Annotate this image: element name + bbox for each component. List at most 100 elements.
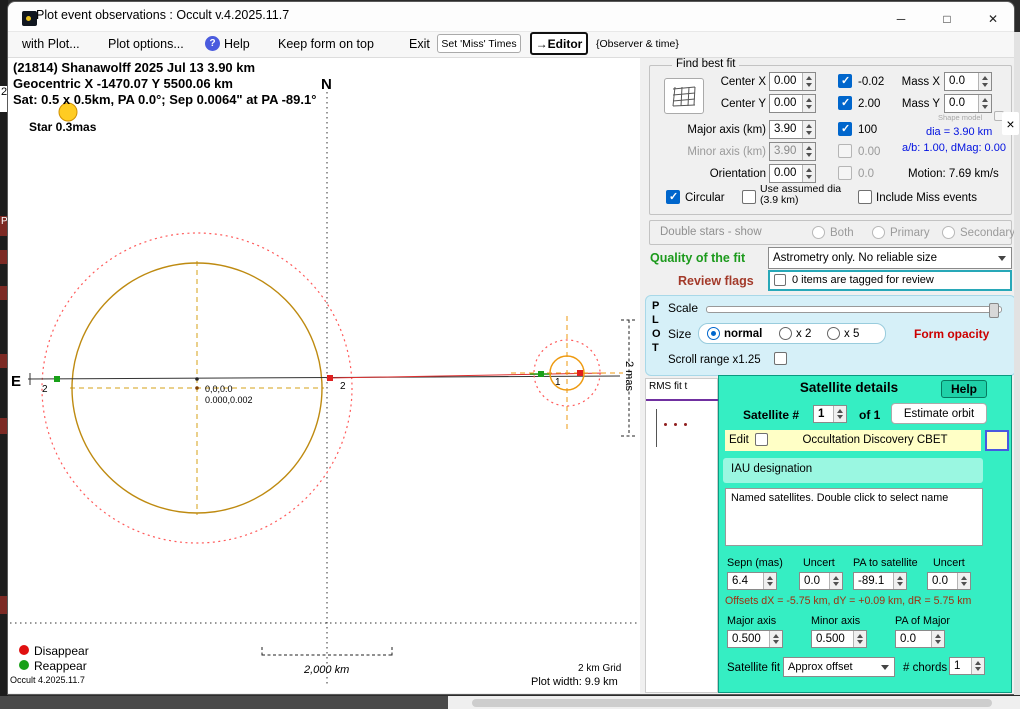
major-axis-checkbox[interactable] — [838, 122, 852, 136]
satellite-number-input[interactable]: 1 — [813, 405, 847, 423]
legend-disappear-dot — [19, 645, 29, 655]
major-axis-input[interactable]: 3.90 — [769, 120, 816, 139]
include-miss-checkbox[interactable] — [858, 190, 872, 204]
size-x5-radio[interactable] — [827, 327, 840, 340]
spinner[interactable] — [769, 631, 782, 647]
satellite-of-label: of 1 — [859, 409, 880, 422]
size-options-box: normal x 2 x 5 — [698, 323, 886, 344]
estimate-orbit-button[interactable]: Estimate orbit — [891, 403, 987, 424]
scale-slider[interactable] — [706, 306, 1002, 313]
close-icon: ✕ — [988, 12, 998, 26]
form-opacity-label[interactable]: Form opacity — [914, 328, 989, 341]
use-assumed-checkbox[interactable] — [742, 190, 756, 204]
spinner[interactable] — [802, 143, 815, 160]
fit-button[interactable] — [664, 78, 704, 114]
menu-help[interactable]: Help — [224, 38, 250, 52]
origin-label-2: 0.000,0.002 — [205, 395, 253, 405]
spinner[interactable] — [978, 95, 991, 112]
spinner[interactable] — [829, 573, 842, 589]
observer-time-label: {Observer & time} — [596, 39, 679, 51]
offsets-label: Offsets dX = -5.75 km, dY = +0.09 km, dR… — [725, 596, 971, 608]
cbet-box[interactable] — [985, 430, 1009, 451]
minimize-button[interactable]: ─ — [878, 4, 924, 33]
mass-x-input[interactable]: 0.0 — [944, 72, 992, 91]
size-normal-radio[interactable] — [707, 327, 720, 340]
spinner[interactable] — [802, 121, 815, 138]
major-axis-value: 3.90 — [770, 121, 802, 138]
editor-button[interactable]: →Editor — [530, 32, 588, 55]
mass-y-input[interactable]: 0.0 — [944, 94, 992, 113]
sat-major-label: Major axis — [727, 616, 776, 628]
review-flags-label: Review flags — [678, 275, 754, 289]
edit-checkbox[interactable] — [755, 433, 768, 446]
orientation-input[interactable]: 0.00 — [769, 164, 816, 183]
plot-letter: P — [652, 300, 659, 312]
minor-axis-input[interactable]: 3.90 — [769, 142, 816, 161]
spinner[interactable] — [893, 573, 906, 589]
help-icon[interactable]: ? — [205, 36, 220, 51]
sat-major-input[interactable]: 0.500 — [727, 630, 783, 648]
double-stars-label: Double stars - show — [660, 226, 762, 239]
circular-checkbox[interactable] — [666, 190, 680, 204]
spinner[interactable] — [763, 573, 776, 589]
secondary-radio[interactable] — [942, 226, 955, 239]
chords-input[interactable]: 1 — [949, 657, 985, 675]
spinner[interactable] — [802, 95, 815, 112]
uncert2-input[interactable]: 0.0 — [927, 572, 971, 590]
sat-pa-major-input[interactable]: 0.0 — [895, 630, 945, 648]
satellite-fit-dropdown[interactable]: Approx offset — [783, 657, 895, 677]
spinner[interactable] — [802, 73, 815, 90]
plot-panel: (21814) Shanawolff 2025 Jul 13 3.90 km G… — [8, 58, 640, 693]
maximize-button[interactable]: □ — [924, 4, 970, 33]
menu-plot-options[interactable]: Plot options... — [108, 38, 184, 52]
background-close-button[interactable]: × — [1002, 112, 1019, 135]
menu-keep-on-top[interactable]: Keep form on top — [278, 38, 374, 52]
sat-major-value: 0.500 — [728, 631, 769, 647]
both-radio[interactable] — [812, 226, 825, 239]
center-x-checkbox[interactable] — [838, 74, 852, 88]
plot-width-label: Plot width: 9.9 km — [531, 676, 618, 688]
minor-axis-checkbox[interactable] — [838, 144, 852, 158]
spinner[interactable] — [931, 631, 944, 647]
review-flags-checkbox[interactable] — [774, 274, 786, 286]
version-label: Occult 4.2025.11.7 — [10, 675, 85, 685]
uncert1-input[interactable]: 0.0 — [799, 572, 843, 590]
minor-axis-label: Minor axis (km) — [684, 146, 766, 159]
occultation-plot[interactable]: (21814) Shanawolff 2025 Jul 13 3.90 km G… — [8, 58, 640, 693]
spinner[interactable] — [853, 631, 866, 647]
background-bottom-strip — [0, 696, 1020, 709]
scale-slider-thumb[interactable] — [989, 303, 999, 318]
mas-label: 2 mas — [623, 361, 635, 391]
sepn-input[interactable]: 6.4 — [727, 572, 777, 590]
scroll-range-checkbox[interactable] — [774, 352, 787, 365]
satellite-help-button[interactable]: Help — [941, 380, 987, 398]
set-miss-times-button[interactable]: Set 'Miss' Times — [437, 34, 521, 53]
primary-radio[interactable] — [872, 226, 885, 239]
center-x-input[interactable]: 0.00 — [769, 72, 816, 91]
close-button[interactable]: ✕ — [970, 4, 1016, 33]
quality-label: Quality of the fit — [650, 252, 745, 266]
center-y-checkbox[interactable] — [838, 96, 852, 110]
satellite-help-label: Help — [951, 382, 977, 396]
disappear-marker — [577, 370, 583, 376]
background-scrollbar-thumb[interactable] — [472, 699, 992, 707]
size-x2-radio[interactable] — [779, 327, 792, 340]
satellite-details-panel: Satellite details Help Satellite # 1 of … — [718, 375, 1012, 693]
spinner[interactable] — [802, 165, 815, 182]
mass-x-value: 0.0 — [945, 73, 978, 90]
review-flags-text: 0 items are tagged for review — [792, 274, 934, 286]
center-y-input[interactable]: 0.00 — [769, 94, 816, 113]
spinner[interactable] — [971, 658, 984, 674]
menu-exit[interactable]: Exit — [409, 38, 430, 52]
menu-with-plot[interactable]: with Plot... — [22, 38, 80, 52]
title-bar: Plot event observations : Occult v.4.202… — [8, 2, 1014, 32]
spinner[interactable] — [957, 573, 970, 589]
orientation-checkbox[interactable] — [838, 166, 852, 180]
spinner[interactable] — [833, 406, 846, 422]
minor-axis-flag: 0.00 — [858, 146, 880, 159]
sat-minor-input[interactable]: 0.500 — [811, 630, 867, 648]
named-satellites-box[interactable]: Named satellites. Double click to select… — [725, 488, 983, 546]
quality-dropdown[interactable]: Astrometry only. No reliable size — [768, 247, 1012, 269]
pa-satellite-input[interactable]: -89.1 — [853, 572, 907, 590]
spinner[interactable] — [978, 73, 991, 90]
